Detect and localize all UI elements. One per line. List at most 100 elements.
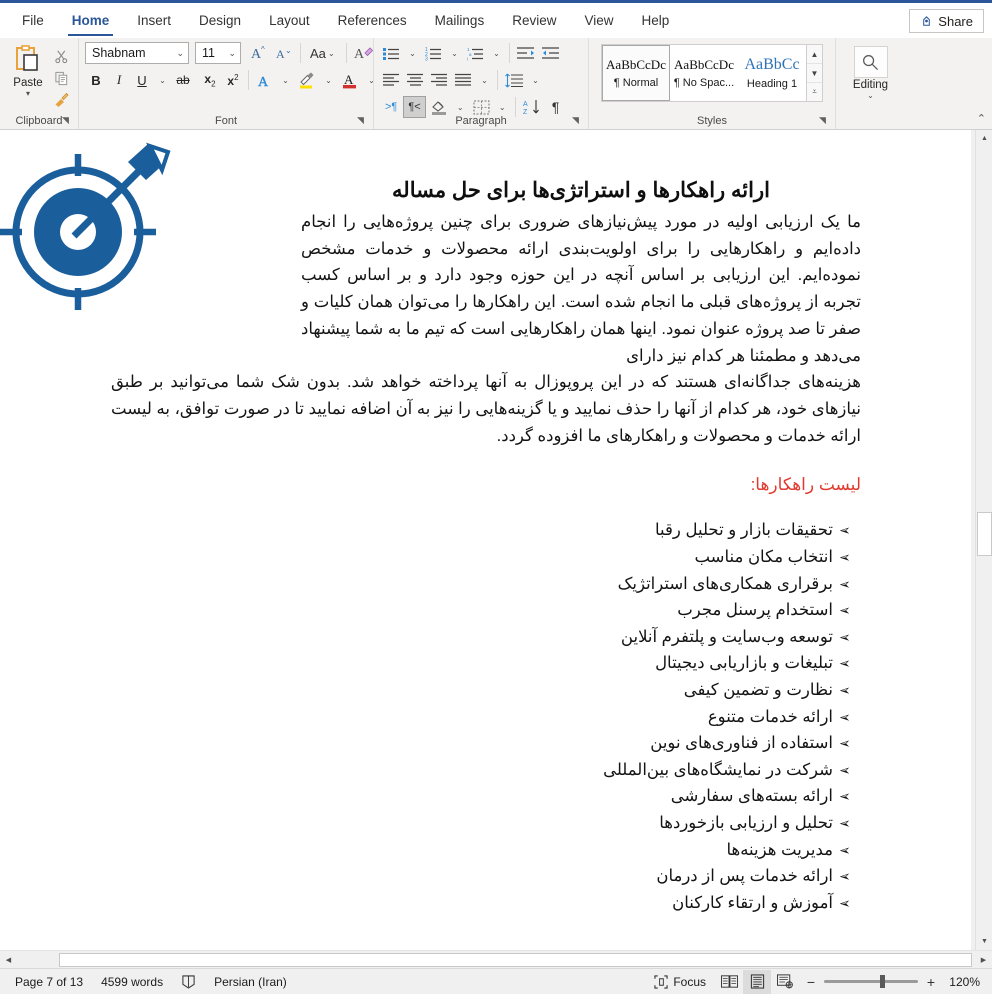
chevron-down-icon[interactable]: ⌄ [865, 91, 876, 100]
scroll-left-button[interactable]: ◀ [0, 951, 17, 968]
align-left-button[interactable] [380, 69, 403, 91]
shrink-font-button[interactable]: A ⌄ [272, 42, 296, 64]
line-spacing-button[interactable] [502, 69, 526, 91]
tab-layout[interactable]: Layout [255, 4, 324, 38]
collapse-ribbon-button[interactable]: ⌃ [977, 112, 986, 125]
font-name-combo[interactable]: Shabnam ⌄ [85, 42, 189, 64]
text-highlight-button[interactable] [295, 69, 319, 91]
font-dialog-launcher[interactable]: ◥ [357, 115, 368, 126]
list-item[interactable]: ➢ استخدام پرسنل مجرب [110, 597, 861, 624]
editing-button[interactable]: Editing ⌄ [842, 42, 899, 100]
zoom-percentage[interactable]: 120% [944, 975, 980, 989]
scroll-down-button[interactable]: ▼ [976, 933, 992, 950]
paste-button[interactable]: Paste ▾ [6, 42, 50, 98]
superscript-button[interactable]: x2 [222, 69, 244, 91]
paste-dropdown-icon[interactable]: ▾ [23, 89, 34, 98]
list-item[interactable]: ➢ تبلیغات و بازاریابی دیجیتال [110, 650, 861, 677]
list-item[interactable]: ➢ استفاده از فناوری‌های نوین [110, 730, 861, 757]
page-indicator[interactable]: Page 7 of 13 [6, 970, 92, 994]
styles-dialog-launcher[interactable]: ◥ [819, 115, 830, 126]
text-effects-button[interactable]: A [253, 69, 276, 91]
underline-dropdown[interactable]: ⌄ [154, 69, 171, 91]
list-item[interactable]: ➢ ارائه خدمات پس از درمان [110, 863, 861, 890]
align-center-button[interactable] [404, 69, 427, 91]
tab-file[interactable]: File [8, 4, 58, 38]
vertical-scroll-thumb[interactable] [977, 512, 992, 556]
multilevel-dropdown[interactable]: ⌄ [488, 42, 505, 64]
underline-button[interactable]: U [131, 69, 153, 91]
copy-button[interactable] [50, 68, 72, 88]
line-spacing-dropdown[interactable]: ⌄ [527, 69, 544, 91]
list-item[interactable]: ➢ شرکت در نمایشگاه‌های بین‌المللی [110, 757, 861, 784]
style-no-spacing[interactable]: AaBbCcDc ¶ No Spac... [670, 45, 738, 101]
language-indicator[interactable]: Persian (Iran) [205, 970, 296, 994]
horizontal-scroll-thumb[interactable] [59, 952, 972, 967]
list-item[interactable]: ➢ نظارت و تضمین کیفی [110, 677, 861, 704]
change-case-button[interactable]: Aa ⌄ [305, 42, 342, 64]
vertical-scrollbar[interactable]: ▲ ▼ [975, 130, 992, 950]
grow-font-button[interactable]: A ^ [247, 42, 271, 64]
tab-review[interactable]: Review [498, 4, 570, 38]
style-heading-1[interactable]: AaBbCc Heading 1 [738, 45, 806, 101]
tab-home[interactable]: Home [58, 4, 124, 38]
tab-insert[interactable]: Insert [123, 4, 185, 38]
list-item[interactable]: ➢ تحقیقات بازار و تحلیل رقبا [110, 517, 861, 544]
font-size-combo[interactable]: 11 ⌄ [195, 42, 241, 64]
tab-references[interactable]: References [324, 4, 421, 38]
tab-view[interactable]: View [570, 4, 627, 38]
web-layout-button[interactable] [771, 970, 799, 994]
bold-button[interactable]: B [85, 69, 107, 91]
subscript-button[interactable]: x2 [199, 69, 221, 91]
font-color-button[interactable]: A [338, 69, 362, 91]
list-item[interactable]: ➢ برقراری همکاری‌های استراتژیک [110, 571, 861, 598]
list-item[interactable]: ➢ انتخاب مکان مناسب [110, 544, 861, 571]
bullets-dropdown[interactable]: ⌄ [404, 42, 421, 64]
highlight-dropdown[interactable]: ⌄ [320, 69, 337, 91]
decrease-indent-button[interactable] [514, 42, 538, 64]
zoom-slider[interactable] [824, 975, 918, 988]
numbering-button[interactable]: 123 [422, 42, 445, 64]
justify-button[interactable] [452, 69, 475, 91]
list-item[interactable]: ➢ تحلیل و ارزیابی بازخوردها [110, 810, 861, 837]
multilevel-list-button[interactable]: 1ai [464, 42, 487, 64]
list-item[interactable]: ➢ آموزش و ارتقاء کارکنان [110, 890, 861, 917]
list-item[interactable]: ➢ ارائه بسته‌های سفارشی [110, 783, 861, 810]
style-normal[interactable]: AaBbCcDc ¶ Normal [602, 45, 670, 101]
strikethrough-button[interactable]: ab [172, 69, 194, 91]
print-layout-button[interactable] [743, 969, 771, 994]
numbering-dropdown[interactable]: ⌄ [446, 42, 463, 64]
format-painter-button[interactable] [50, 90, 72, 110]
text-effects-dropdown[interactable]: ⌄ [277, 69, 294, 91]
styles-scroll-up-button[interactable]: ▲ [807, 45, 822, 64]
zoom-slider-thumb[interactable] [880, 975, 885, 988]
tab-design[interactable]: Design [185, 4, 255, 38]
scroll-up-button[interactable]: ▲ [976, 130, 992, 147]
scroll-right-button[interactable]: ▶ [975, 951, 992, 968]
document-page[interactable]: ارائه راهکارها و استراتژی‌ها برای حل مسا… [0, 130, 971, 950]
zoom-out-button[interactable]: − [805, 974, 817, 990]
list-item[interactable]: ➢ توسعه وب‌سایت و پلتفرم آنلاین [110, 624, 861, 651]
horizontal-scroll-track[interactable] [17, 952, 975, 968]
bullets-button[interactable] [380, 42, 403, 64]
underline-label: U [137, 72, 147, 88]
zoom-in-button[interactable]: + [925, 974, 937, 990]
focus-mode-button[interactable]: Focus [645, 970, 715, 994]
tab-help[interactable]: Help [628, 4, 684, 38]
tab-mailings[interactable]: Mailings [421, 4, 499, 38]
read-mode-button[interactable] [715, 970, 743, 994]
horizontal-scrollbar[interactable]: ◀ ▶ [0, 950, 992, 968]
justify-dropdown[interactable]: ⌄ [476, 69, 493, 91]
styles-more-button[interactable]: ⩡ [807, 83, 822, 101]
word-count[interactable]: 4599 words [92, 970, 172, 994]
clipboard-dialog-launcher[interactable]: ◥ [62, 115, 73, 126]
list-item[interactable]: ➢ مدیریت هزینه‌ها [110, 837, 861, 864]
share-button[interactable]: Share [909, 9, 984, 33]
list-item[interactable]: ➢ ارائه خدمات متنوع [110, 704, 861, 731]
styles-scroll-down-button[interactable]: ▼ [807, 64, 822, 83]
proofing-status[interactable] [172, 970, 205, 994]
italic-button[interactable]: I [108, 69, 130, 91]
cut-button[interactable] [50, 46, 72, 66]
align-right-button[interactable] [428, 69, 451, 91]
paragraph-dialog-launcher[interactable]: ◥ [572, 115, 583, 126]
increase-indent-button[interactable] [539, 42, 563, 64]
